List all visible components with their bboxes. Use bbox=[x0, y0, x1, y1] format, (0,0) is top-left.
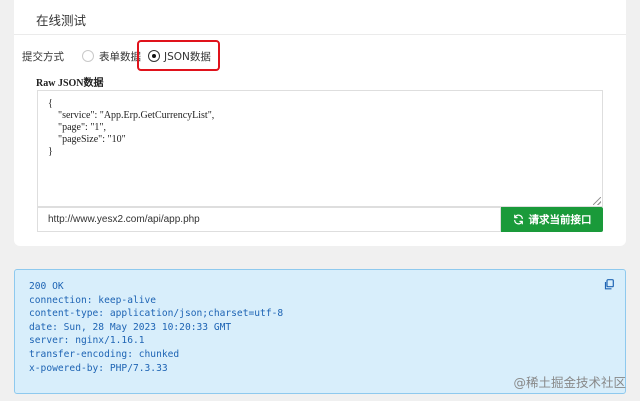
response-line: server: nginx/1.16.1 bbox=[29, 335, 145, 347]
copy-icon[interactable] bbox=[604, 279, 614, 290]
request-current-api-button[interactable]: 请求当前接口 bbox=[501, 207, 603, 232]
response-line: content-type: application/json;charset=u… bbox=[29, 308, 284, 320]
raw-json-label: Raw JSON数据 bbox=[36, 78, 104, 89]
refresh-icon bbox=[513, 214, 523, 225]
submit-method-label: 提交方式 bbox=[22, 51, 64, 63]
panel-header: 在线测试 bbox=[14, 0, 626, 35]
response-line: date: Sun, 28 May 2023 10:20:33 GMT bbox=[29, 321, 232, 333]
request-button-label: 请求当前接口 bbox=[528, 214, 592, 226]
json-body-textarea[interactable]: { "service": "App.Erp.GetCurrencyList", … bbox=[37, 90, 603, 207]
response-line: 200 OK bbox=[29, 281, 64, 292]
form-data-radio[interactable] bbox=[82, 50, 94, 62]
panel-title: 在线测试 bbox=[36, 13, 87, 28]
response-line: connection: keep-alive bbox=[29, 294, 157, 306]
textarea-resize-handle[interactable] bbox=[593, 197, 601, 205]
json-option-highlight bbox=[137, 40, 220, 71]
response-line: transfer-encoding: chunked bbox=[29, 348, 180, 360]
watermark: @稀土掘金技术社区 bbox=[513, 375, 626, 390]
api-url-input[interactable]: http://www.yesx2.com/api/app.php bbox=[37, 207, 501, 232]
form-data-label[interactable]: 表单数据 bbox=[99, 49, 141, 64]
